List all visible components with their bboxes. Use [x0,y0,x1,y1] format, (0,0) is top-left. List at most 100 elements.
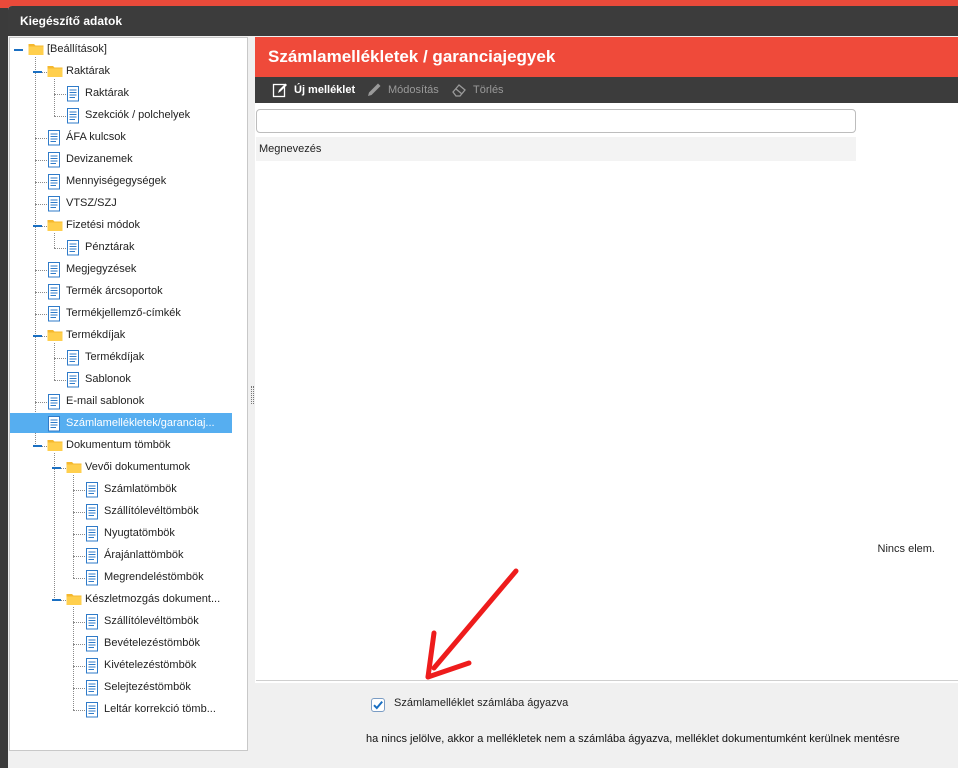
tree-item[interactable]: Raktárak [33,61,245,81]
tree-item[interactable]: Szekciók / polchelyek [64,105,247,125]
collapse-toggle-icon[interactable] [33,445,42,447]
page-title: Számlamellékletek / garanciajegyek [255,37,958,77]
tree-item[interactable]: Leltár korrekció tömb... [83,699,247,719]
tree-item[interactable]: Szállítólevéltömbök [83,501,247,521]
folder-icon [47,218,63,232]
tree-item[interactable]: Készletmozgás dokument... [52,589,247,609]
folder-icon [47,328,63,342]
new-attachment-button[interactable]: Új melléklet [272,77,362,103]
embed-checkbox-label[interactable]: Számlamelléklet számlába ágyazva [394,697,568,709]
folder-icon [47,438,63,452]
document-icon [66,108,80,124]
tree-item[interactable]: Árajánlattömbök [83,545,247,565]
document-icon [47,394,61,410]
tree-item[interactable]: Kivételezéstömbök [83,655,247,675]
tree-item[interactable]: Számlamellékletek/garanciaj... [10,413,232,433]
tree-item[interactable]: Megrendeléstömbök [83,567,247,587]
tree-item[interactable]: Termékdíjak [64,347,247,367]
document-icon [66,240,80,256]
tree-item-label: Megjegyzések [66,263,137,275]
document-icon [47,130,61,146]
document-icon [85,614,99,630]
tree-item[interactable]: Raktárak [64,83,247,103]
document-icon [47,262,61,278]
document-icon [47,196,61,212]
document-icon [85,504,99,520]
folder-icon [66,592,82,606]
tree-item-label: Fizetési módok [66,219,140,231]
embed-checkbox[interactable] [371,698,385,712]
tree-item[interactable]: Dokumentum tömbök [33,435,245,455]
tree-item-label: [Beállítások] [47,43,107,55]
dialog-title[interactable]: Kiegészítő adatok [8,6,958,36]
checkmark-icon [373,700,383,710]
tree-item[interactable]: Fizetési módok [33,215,245,235]
tree-item-label: Bevételezéstömbök [104,637,200,649]
document-icon [66,350,80,366]
document-icon [47,306,61,322]
tree-item[interactable]: Bevételezéstömbök [83,633,247,653]
tree-item-label: Raktárak [66,65,111,77]
tree-item-label: Vevői dokumentumok [85,461,191,473]
tree-item[interactable]: E-mail sablonok [45,391,245,411]
tree-item[interactable]: VTSZ/SZJ [45,193,245,213]
tree-item[interactable]: Számlatömbök [83,479,247,499]
collapse-toggle-icon[interactable] [52,467,61,469]
collapse-toggle-icon[interactable] [33,335,42,337]
tree-item[interactable]: Devizanemek [45,149,245,169]
tree-item-label: Számlatömbök [104,483,177,495]
document-icon [47,416,61,432]
eraser-icon [452,84,466,97]
tree-item-label: Árajánlattömbök [104,549,184,561]
tree-item-label: Devizanemek [66,153,133,165]
main-panel: Számlamellékletek / garanciajegyek Új me… [255,37,958,751]
search-input[interactable] [256,109,856,133]
tree-item-label: Szekciók / polchelyek [85,109,191,121]
collapse-toggle-icon[interactable] [33,225,42,227]
splitter-handle[interactable] [251,386,254,404]
tree-connector [54,79,55,116]
tree-item[interactable]: Megjegyzések [45,259,245,279]
background-app-side [0,8,8,768]
tree-item-label: Szállítólevéltömbök [104,505,199,517]
document-icon [85,658,99,674]
tree-item-label: Raktárak [85,87,130,99]
delete-label: Törlés [473,84,504,96]
edit-button[interactable]: Módosítás [366,77,446,103]
tree-connector [73,607,74,710]
tree-item[interactable]: Mennyiségegységek [45,171,245,191]
document-icon [66,86,80,102]
tree-item-label: Dokumentum tömbök [66,439,171,451]
tree-item[interactable]: ÁFA kulcsok [45,127,245,147]
tree-item[interactable]: Termékjellemző-címkék [45,303,245,323]
tree-item[interactable]: Selejtezéstömbök [83,677,247,697]
edit-label: Módosítás [388,84,439,96]
tree-item[interactable]: Sablonok [64,369,247,389]
collapse-toggle-icon[interactable] [14,49,23,51]
tree-item-label: Kivételezéstömbök [104,659,197,671]
collapse-toggle-icon[interactable] [52,599,61,601]
tree-item-label: Sablonok [85,373,131,385]
tree-item[interactable]: Szállítólevéltömbök [83,611,247,631]
settings-tree: [Beállítások] Raktárak Raktárak Szekciók / … [9,37,248,751]
tree-item[interactable]: Pénztárak [64,237,247,257]
tree-item[interactable]: Termékdíjak [33,325,245,345]
document-icon [47,284,61,300]
tree-item-label: Termékdíjak [66,329,126,341]
delete-button[interactable]: Törlés [451,77,521,103]
tree-item-label: ÁFA kulcsok [66,131,126,143]
column-header-name[interactable]: Megnevezés [256,137,856,161]
folder-icon [66,460,82,474]
attachments-grid[interactable]: Nincs elem. [256,161,958,681]
tree-item[interactable]: Vevői dokumentumok [52,457,247,477]
tree-item[interactable]: Nyugtatömbök [83,523,247,543]
tree-item[interactable]: [Beállítások] [14,39,226,59]
tree-connector [73,475,74,578]
document-icon [85,482,99,498]
collapse-toggle-icon[interactable] [33,71,42,73]
empty-message: Nincs elem. [877,543,935,555]
tree-connector [54,453,55,600]
tree-item[interactable]: Termék árcsoportok [45,281,245,301]
tree-item-label: Mennyiségegységek [66,175,167,187]
tree-item-label: E-mail sablonok [66,395,145,407]
